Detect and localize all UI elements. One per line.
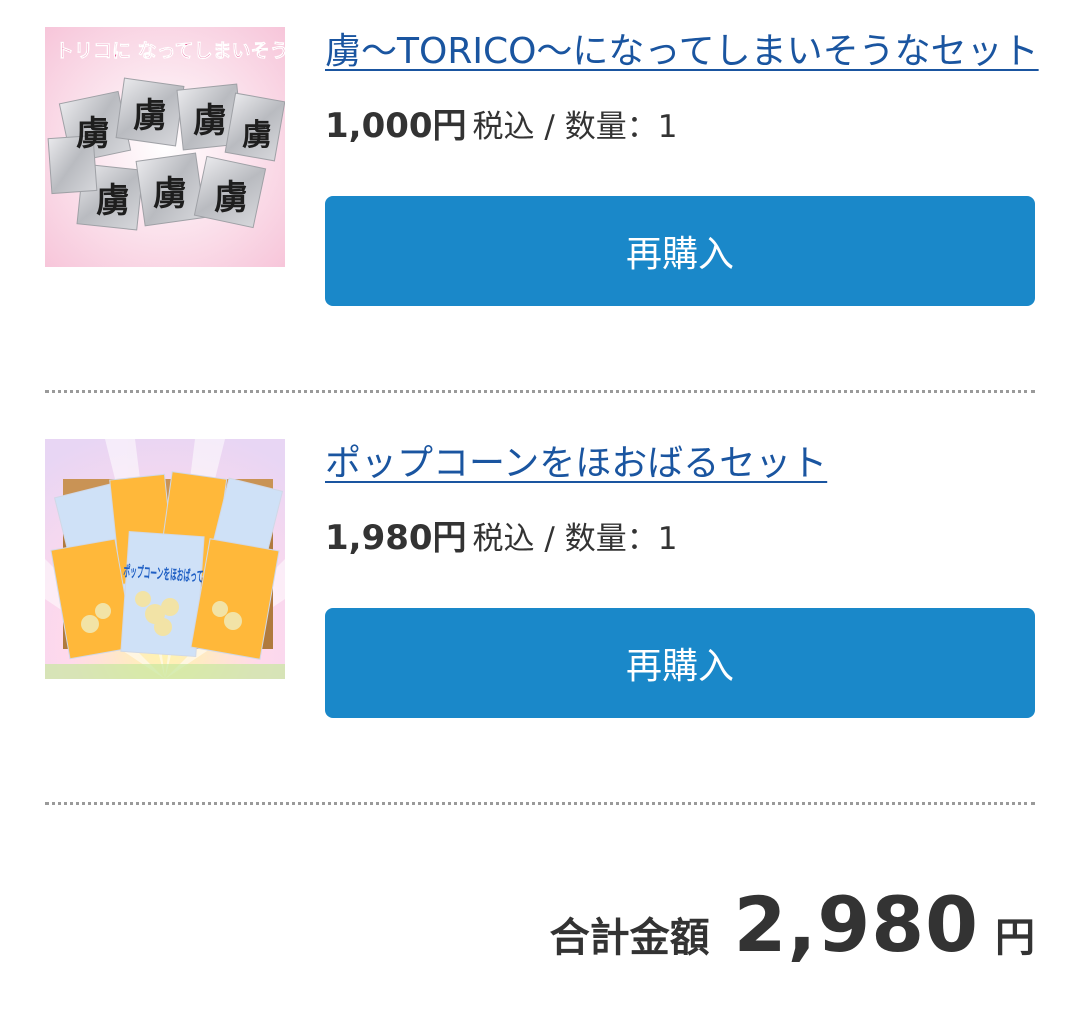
rebuy-button[interactable]: 再購入 (325, 196, 1035, 306)
pack-label: 虜 (133, 96, 167, 136)
pack-label: 虜 (214, 178, 248, 218)
image-caption: トリコに なってしまいそう… (55, 40, 285, 62)
order-total: 合計金額 2,980 円 (550, 880, 1035, 980)
divider (45, 390, 1035, 393)
pack-label: 虜 (242, 118, 272, 153)
product-image-torico[interactable]: 虜 虜 虜 虜 虜 虜 虜 トリコに なってしまいそう… (45, 27, 285, 267)
pack-label: 虜 (96, 181, 130, 221)
divider (45, 802, 1035, 805)
pack-label: 虜 (153, 174, 187, 214)
tax-quantity-text: 税込 / 数量：1 (472, 109, 678, 145)
pack-label: 虜 (193, 101, 227, 141)
pack-label: 虜 (76, 114, 110, 154)
product-title-link[interactable]: 虜〜TORICO〜になってしまいそうなセット (325, 27, 1039, 77)
product-image-popcorn[interactable]: ポップコーンをほおばって (45, 439, 285, 679)
product-title-link[interactable]: ポップコーンをほおばるセット (325, 439, 827, 489)
item-price: 1,980円 (325, 518, 467, 558)
tax-quantity-text: 税込 / 数量：1 (472, 521, 678, 557)
total-currency-unit: 円 (995, 915, 1035, 961)
total-amount: 2,980 (733, 880, 979, 969)
item-price: 1,000円 (325, 106, 467, 146)
price-line: 1,000円 税込 / 数量：1 (325, 101, 1035, 151)
price-line: 1,980円 税込 / 数量：1 (325, 513, 1035, 563)
total-label: 合計金額 (549, 915, 710, 961)
rebuy-button[interactable]: 再購入 (325, 608, 1035, 718)
